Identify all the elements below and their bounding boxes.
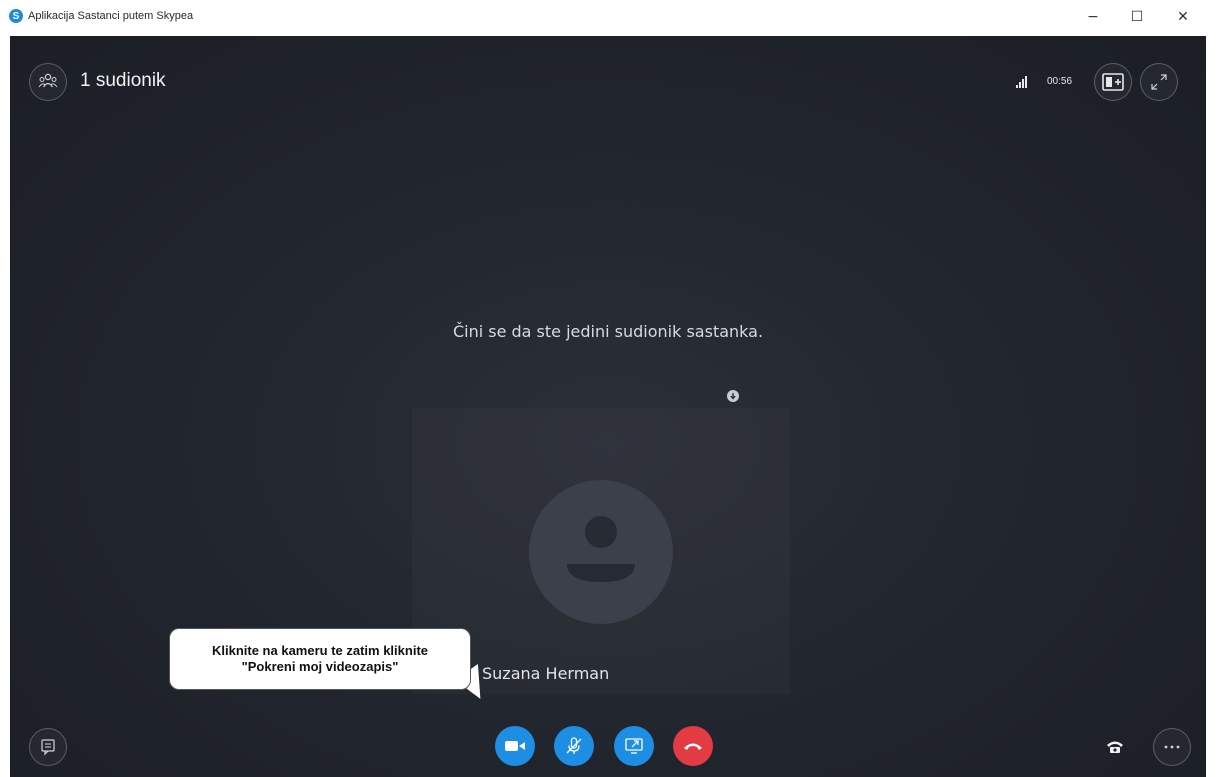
- phone-icon: [1107, 741, 1123, 753]
- mute-button[interactable]: [554, 726, 594, 766]
- participant-name: Suzana Herman: [482, 664, 610, 683]
- avatar: [529, 480, 673, 624]
- skype-logo-icon: S: [9, 9, 23, 23]
- signal-strength-icon: [1016, 76, 1027, 88]
- fullscreen-button[interactable]: [1140, 63, 1178, 101]
- video-camera-icon: [505, 741, 525, 751]
- scroll-down-icon[interactable]: [727, 390, 739, 402]
- layout-button[interactable]: [1094, 63, 1132, 101]
- camera-button[interactable]: [495, 726, 535, 766]
- layout-icon: [1102, 73, 1124, 91]
- chat-icon: [41, 739, 55, 756]
- expand-icon: [1151, 74, 1167, 90]
- person-icon: [567, 516, 635, 582]
- maximize-button[interactable]: ☐: [1126, 8, 1148, 26]
- participants-button[interactable]: [29, 63, 67, 101]
- share-screen-button[interactable]: [614, 726, 654, 766]
- more-options-icon: [1164, 745, 1180, 749]
- tooltip-line-2: "Pokreni moj videozapis": [241, 659, 399, 674]
- hang-up-icon: [684, 743, 702, 750]
- chat-button[interactable]: [29, 728, 67, 766]
- window-titlebar: S Aplikacija Sastanci putem Skypea − ☐ ✕: [0, 0, 1217, 36]
- more-options-button[interactable]: [1153, 728, 1191, 766]
- hang-up-button[interactable]: [673, 726, 713, 766]
- microphone-muted-icon: [566, 737, 582, 754]
- people-icon: [38, 73, 58, 88]
- dialpad-button[interactable]: [1096, 728, 1134, 766]
- participants-count: 1 sudionik: [80, 70, 166, 91]
- alone-in-meeting-message: Čini se da ste jedini sudionik sastanka.: [452, 322, 764, 341]
- window-title: Aplikacija Sastanci putem Skypea: [28, 10, 194, 22]
- minimize-button[interactable]: −: [1082, 8, 1104, 26]
- tooltip-line-1: Kliknite na kameru te zatim kliknite: [211, 643, 429, 658]
- close-button[interactable]: ✕: [1172, 8, 1194, 26]
- instruction-tooltip: Kliknite na kameru te zatim kliknite "Po…: [169, 628, 471, 690]
- call-timer: 00:56: [1047, 76, 1073, 87]
- share-screen-icon: [625, 738, 643, 754]
